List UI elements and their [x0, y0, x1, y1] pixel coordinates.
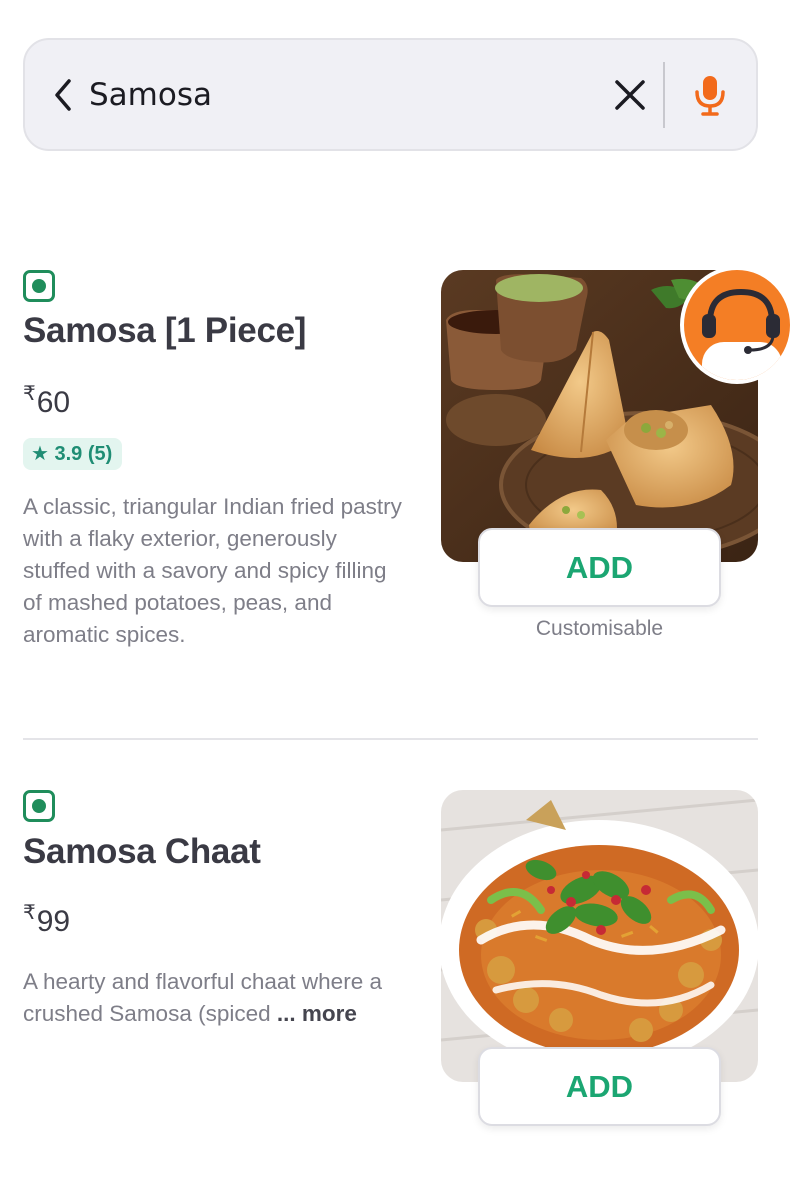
- customer-support-button[interactable]: [680, 266, 791, 384]
- search-divider: [663, 62, 665, 128]
- back-icon[interactable]: [49, 75, 79, 115]
- item-description: A classic, triangular Indian fried pastr…: [23, 494, 402, 647]
- item-price: ₹99: [23, 900, 70, 939]
- customisable-label: Customisable: [535, 617, 664, 640]
- veg-icon: [23, 790, 55, 822]
- item-divider: [23, 738, 758, 740]
- add-button[interactable]: ADD: [478, 1047, 721, 1126]
- price-value: 99: [36, 905, 71, 938]
- item-name[interactable]: Samosa Chaat: [23, 832, 261, 872]
- search-input[interactable]: [89, 70, 589, 120]
- more-link[interactable]: more: [296, 1001, 357, 1026]
- veg-icon: [23, 270, 55, 302]
- item-name[interactable]: Samosa [1 Piece]: [23, 311, 306, 351]
- price-value: 60: [36, 386, 71, 419]
- headset-icon: [702, 288, 782, 380]
- rupee-symbol: ₹: [23, 383, 36, 405]
- rating-badge: ★ 3.9 (5): [23, 438, 123, 470]
- rupee-symbol: ₹: [23, 902, 36, 924]
- ellipsis-text: ...: [270, 1001, 296, 1026]
- star-icon: ★: [31, 443, 49, 465]
- item-price: ₹60: [23, 381, 70, 420]
- microphone-icon[interactable]: [693, 74, 727, 116]
- search-bar: [23, 38, 758, 151]
- item-description: A hearty and flavorful chaat where a cru…: [23, 966, 403, 1030]
- rating-value: 3.9 (5): [54, 443, 113, 465]
- close-icon[interactable]: [613, 78, 647, 112]
- item-image-samosa-chaat[interactable]: [441, 790, 758, 1082]
- add-button[interactable]: ADD: [478, 528, 721, 607]
